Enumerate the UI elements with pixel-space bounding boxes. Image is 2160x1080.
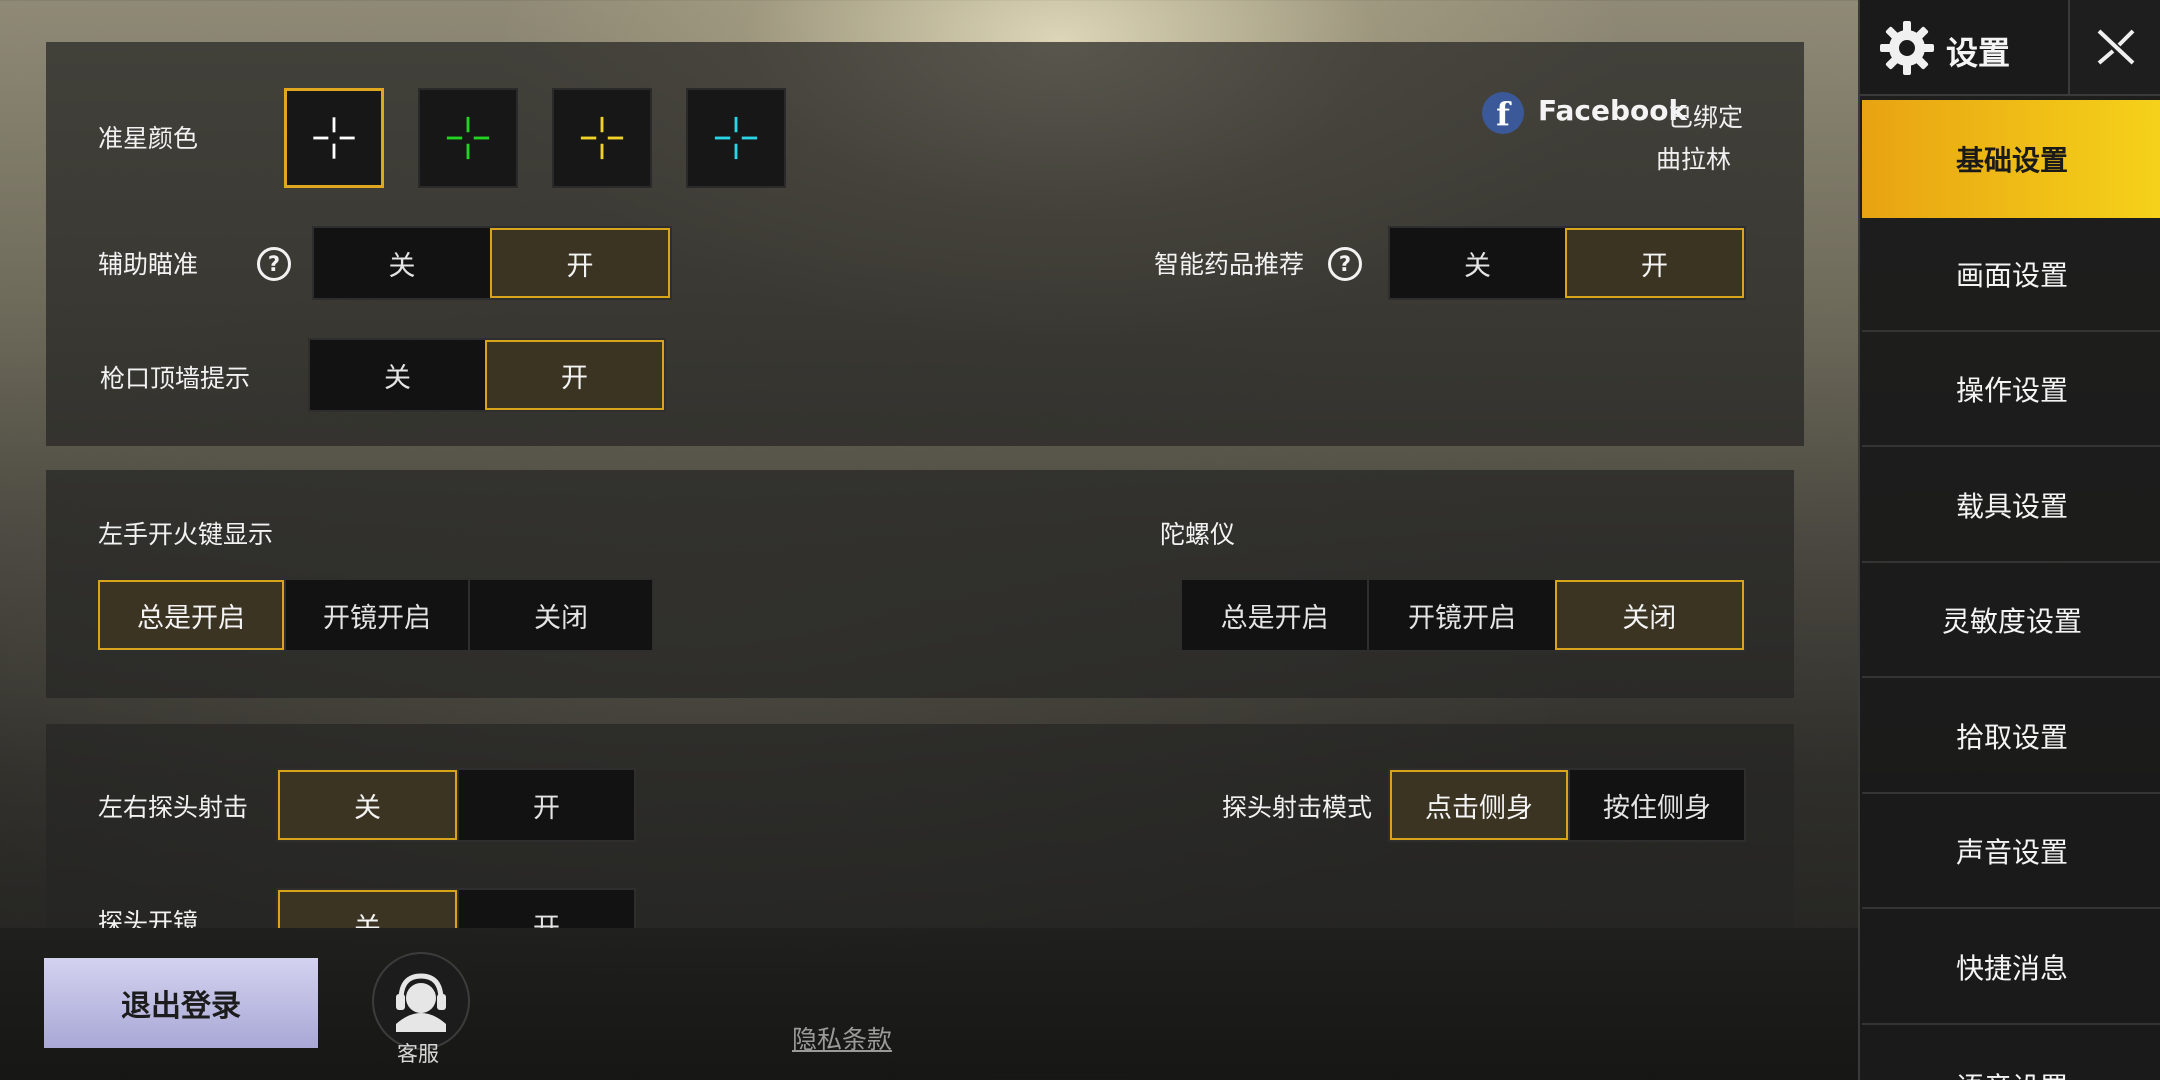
customer-service-button[interactable]	[372, 952, 470, 1050]
facebook-platform: Facebook	[1538, 94, 1688, 127]
aim-assist-toggle: 关 开	[312, 226, 672, 300]
gyroscope-label: 陀螺仪	[1160, 520, 1236, 549]
close-icon	[2097, 29, 2135, 65]
facebook-account-name: 曲拉林	[1656, 145, 1732, 174]
crosshair-color-label: 准星颜色	[98, 124, 199, 153]
facebook-bind-status: 已绑定	[1668, 103, 1744, 132]
logout-button[interactable]: 退出登录	[44, 958, 318, 1048]
crosshair-swatch[interactable]	[552, 88, 652, 188]
sidebar-item-label: 载具设置	[1955, 489, 2068, 523]
peek-scope-on[interactable]: 开	[457, 890, 634, 928]
crosshair-icon	[714, 116, 758, 160]
close-button[interactable]	[2068, 0, 2160, 94]
gyroscope-option[interactable]: 关闭	[1554, 580, 1744, 650]
muzzle-wall-label: 枪口顶墙提示	[100, 364, 251, 393]
headset-icon	[396, 973, 446, 1032]
gyroscope-option[interactable]: 总是开启	[1182, 580, 1368, 650]
smart-meds-help-icon[interactable]: ?	[1328, 247, 1362, 281]
sidebar-item-label: 声音设置	[1955, 836, 2068, 869]
smart-meds-label: 智能药品推荐	[1154, 250, 1305, 279]
sidebar-item[interactable]: 画面设置	[1862, 218, 2160, 332]
crosshair-icon	[580, 116, 624, 160]
gear-icon	[1880, 21, 1934, 75]
peek-mode-option[interactable]: 点击侧身	[1390, 770, 1568, 840]
smart-meds-off[interactable]: 关	[1390, 228, 1565, 298]
peek-fire-toggle: 关 开	[276, 768, 636, 842]
peek-fire-on[interactable]: 开	[457, 770, 634, 840]
crosshair-icon	[313, 117, 355, 159]
aim-assist-off[interactable]: 关	[314, 228, 490, 298]
sidebar-item-partial[interactable]: 语音设置	[1862, 1022, 2160, 1080]
crosshair-swatch[interactable]	[284, 88, 384, 188]
settings-title: 设置	[1946, 34, 2011, 72]
settings-sidebar: 设置 基础设置画面设置操作设置载具设置灵敏度设置拾取设置声音设置快捷消息 语音设…	[1858, 0, 2160, 1080]
sidebar-item[interactable]: 载具设置	[1862, 449, 2160, 563]
logout-label: 退出登录	[121, 989, 241, 1024]
peek-mode-label: 探头射击模式	[1222, 793, 1373, 822]
smart-meds-toggle: 关 开	[1388, 226, 1746, 300]
muzzle-wall-on[interactable]: 开	[485, 340, 664, 410]
sidebar-item-label: 操作设置	[1955, 374, 2068, 407]
sidebar-item-label: 语音设置	[1956, 1066, 2068, 1080]
sidebar-header: 设置	[1860, 0, 2160, 96]
peek-scope-off[interactable]: 关	[278, 890, 457, 928]
peek-fire-off[interactable]: 关	[278, 770, 457, 840]
left-fire-option[interactable]: 关闭	[468, 580, 652, 650]
peek-scope-toggle: 关 开	[276, 888, 636, 928]
peek-scope-label: 探头开镜	[98, 908, 199, 928]
peek-mode-selector: 点击侧身 按住侧身	[1388, 768, 1746, 842]
gyroscope-selector: 总是开启 开镜开启 关闭	[1180, 578, 1746, 652]
smart-meds-on[interactable]: 开	[1565, 228, 1744, 298]
sidebar-item-label: 画面设置	[1955, 258, 2068, 292]
left-fire-option[interactable]: 开镜开启	[284, 580, 468, 650]
privacy-link[interactable]: 隐私条款	[792, 1020, 892, 1056]
left-fire-selector: 总是开启 开镜开启 关闭	[96, 578, 654, 652]
peek-panel-clip: 左右探头射击 关 开 探头射击模式 点击侧身 按住侧身 探头开镜 关 开	[46, 724, 1794, 928]
sidebar-item-label: 基础设置	[1955, 144, 2068, 177]
aim-assist-label: 辅助瞄准	[98, 250, 199, 279]
sidebar-item[interactable]: 拾取设置	[1862, 680, 2160, 794]
gyroscope-option[interactable]: 开镜开启	[1367, 580, 1555, 650]
facebook-icon: f	[1482, 92, 1524, 134]
customer-service-label: 客服	[397, 1042, 439, 1066]
sidebar-item[interactable]: 快捷消息	[1862, 911, 2160, 1025]
aim-assist-on[interactable]: 开	[490, 228, 670, 298]
sidebar-item[interactable]: 操作设置	[1862, 333, 2160, 447]
sidebar-item[interactable]: 基础设置	[1862, 100, 2160, 218]
muzzle-wall-off[interactable]: 关	[310, 340, 485, 410]
sidebar-item[interactable]: 声音设置	[1862, 795, 2160, 909]
left-fire-option[interactable]: 总是开启	[98, 580, 284, 650]
crosshair-swatch[interactable]	[686, 88, 786, 188]
sidebar-item-label: 拾取设置	[1955, 720, 2068, 754]
peek-fire-label: 左右探头射击	[98, 793, 249, 822]
facebook-account: f Facebook 已绑定 曲拉林	[1482, 92, 1772, 174]
muzzle-wall-toggle: 关 开	[308, 338, 666, 412]
sidebar-item-label: 快捷消息	[1955, 951, 2068, 985]
crosshair-swatch[interactable]	[418, 88, 518, 188]
sidebar-item[interactable]: 灵敏度设置	[1862, 564, 2160, 678]
sidebar-item-label: 灵敏度设置	[1941, 605, 2082, 638]
aim-assist-help-icon[interactable]: ?	[257, 247, 291, 281]
left-fire-label: 左手开火键显示	[98, 520, 274, 549]
peek-mode-option[interactable]: 按住侧身	[1568, 770, 1744, 840]
crosshair-icon	[446, 116, 490, 160]
